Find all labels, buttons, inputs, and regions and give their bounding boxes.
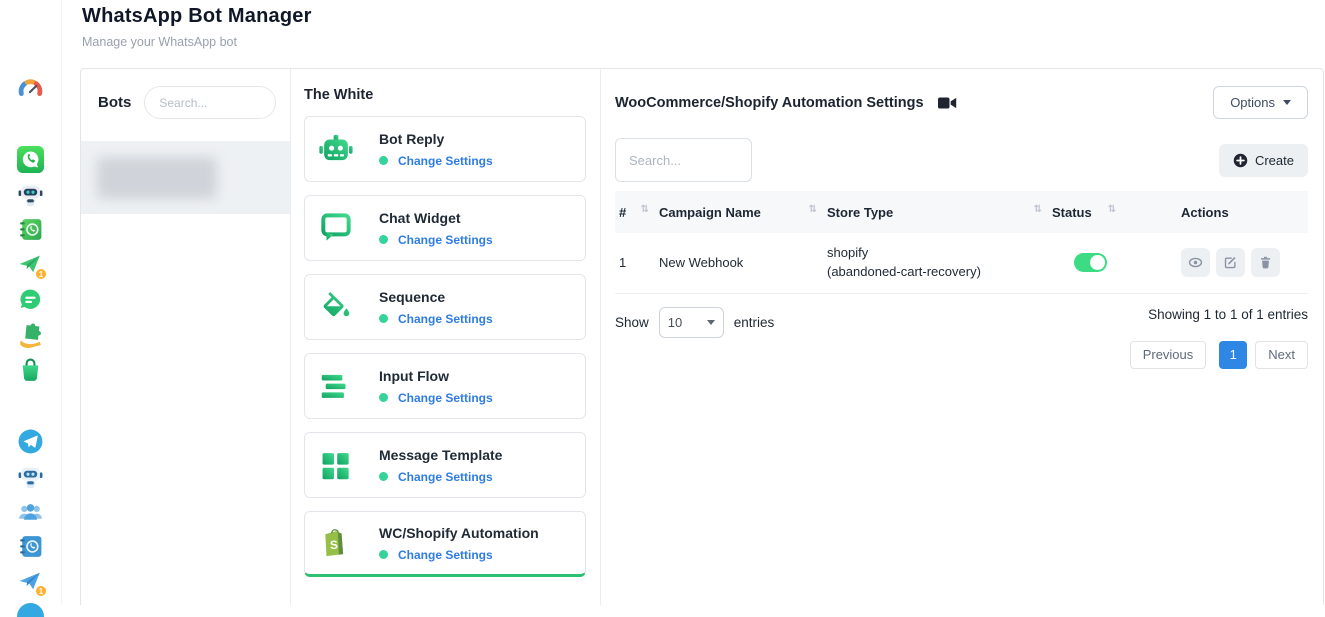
whatsapp-contacts-icon[interactable] — [17, 216, 44, 243]
status-dot — [379, 550, 388, 559]
options-button[interactable]: Options — [1213, 86, 1308, 119]
bot-list-item[interactable] — [81, 141, 290, 214]
module-label: Message Template — [379, 447, 502, 463]
edit-icon — [1223, 255, 1238, 270]
campaign-name-cell: New Webhook — [655, 233, 823, 293]
telegram-broadcast-icon[interactable]: 1 — [17, 568, 44, 595]
pagination: Previous 1 Next — [1130, 341, 1308, 369]
app-icon-rail: 1 — [0, 0, 62, 604]
column-header-campaign-name[interactable]: Campaign Name — [655, 191, 823, 233]
change-settings-link[interactable]: Change Settings — [398, 233, 493, 247]
chat-widget-icon — [317, 209, 355, 247]
whatsapp-broadcast-icon[interactable]: 1 — [17, 251, 44, 278]
bot-name: The White — [304, 87, 586, 103]
status-dot — [379, 314, 388, 323]
store-type-cell: shopify (abandoned-cart-recovery) — [823, 233, 1048, 293]
bots-search-input[interactable] — [144, 86, 276, 119]
current-page-button[interactable]: 1 — [1219, 341, 1247, 369]
table-header-row: # Campaign Name Store Type Status — [615, 191, 1308, 233]
module-card-wc-shopify-automation[interactable]: S WC/Shopify Automation Change Settings — [304, 511, 586, 577]
telegram-bot-icon[interactable] — [17, 463, 44, 490]
sort-icon — [809, 205, 817, 215]
module-label: Input Flow — [379, 368, 493, 384]
notification-badge: 1 — [35, 268, 47, 280]
entries-label: entries — [734, 315, 775, 330]
module-label: WC/Shopify Automation — [379, 525, 539, 541]
status-dot — [379, 393, 388, 402]
dashboard-icon[interactable] — [17, 77, 44, 104]
bots-panel-title: Bots — [98, 94, 131, 111]
change-settings-link[interactable]: Change Settings — [398, 391, 493, 405]
edit-button[interactable] — [1216, 248, 1245, 277]
whatsapp-icon[interactable] — [17, 146, 44, 173]
chevron-down-icon — [1283, 100, 1291, 105]
trash-icon — [1258, 255, 1273, 270]
sort-icon — [1034, 205, 1042, 215]
delete-button[interactable] — [1251, 248, 1280, 277]
change-settings-link[interactable]: Change Settings — [398, 154, 493, 168]
page-subtitle: Manage your WhatsApp bot — [82, 35, 312, 49]
row-index: 1 — [615, 233, 655, 293]
change-settings-link[interactable]: Change Settings — [398, 312, 493, 326]
change-settings-link[interactable]: Change Settings — [398, 548, 493, 562]
bot-reply-icon — [317, 130, 355, 168]
table-search-input[interactable] — [615, 138, 752, 182]
entries-summary: Showing 1 to 1 of 1 entries — [1148, 307, 1308, 322]
whatsapp-bot-icon[interactable] — [17, 181, 44, 208]
message-template-icon — [317, 446, 355, 484]
telegram-icon[interactable] — [17, 428, 44, 455]
integrations-icon[interactable] — [17, 321, 44, 348]
chat-icon[interactable] — [17, 603, 44, 617]
sort-icon — [641, 205, 649, 215]
page-header: WhatsApp Bot Manager Manage your WhatsAp… — [82, 5, 312, 49]
view-button[interactable] — [1181, 248, 1210, 277]
automation-settings-panel: WooCommerce/Shopify Automation Settings … — [601, 69, 1323, 605]
module-label: Chat Widget — [379, 210, 493, 226]
status-dot — [379, 472, 388, 481]
live-chat-icon[interactable] — [17, 286, 44, 313]
sort-icon — [1108, 205, 1116, 215]
module-card-input-flow[interactable]: Input Flow Change Settings — [304, 353, 586, 419]
column-header-index[interactable]: # — [615, 191, 655, 233]
module-label: Sequence — [379, 289, 493, 305]
redacted-bot-name — [97, 157, 217, 199]
next-page-button[interactable]: Next — [1255, 341, 1308, 369]
page-size-select[interactable]: 10 — [659, 307, 724, 338]
create-button[interactable]: Create — [1219, 144, 1308, 177]
video-tutorial-icon[interactable] — [938, 96, 957, 110]
previous-page-button[interactable]: Previous — [1130, 341, 1207, 369]
module-card-bot-reply[interactable]: Bot Reply Change Settings — [304, 116, 586, 182]
column-header-status[interactable]: Status — [1048, 191, 1173, 233]
store-icon[interactable] — [17, 356, 44, 383]
show-label: Show — [615, 315, 649, 330]
telegram-contacts-icon[interactable] — [17, 533, 44, 560]
module-card-sequence[interactable]: Sequence Change Settings — [304, 274, 586, 340]
settings-title: WooCommerce/Shopify Automation Settings — [615, 95, 924, 111]
module-label: Bot Reply — [379, 131, 493, 147]
main-card: Bots The White — [80, 68, 1324, 605]
svg-text:S: S — [329, 538, 338, 553]
toggle-knob — [1090, 255, 1105, 270]
module-card-chat-widget[interactable]: Chat Widget Change Settings — [304, 195, 586, 261]
column-header-store-type[interactable]: Store Type — [823, 191, 1048, 233]
input-flow-icon — [317, 367, 355, 405]
table-row: 1 New Webhook shopify (abandoned-cart-re… — [615, 233, 1308, 293]
automation-table: # Campaign Name Store Type Status — [615, 191, 1308, 294]
change-settings-link[interactable]: Change Settings — [398, 470, 493, 484]
status-dot — [379, 156, 388, 165]
plus-circle-icon — [1233, 153, 1248, 168]
sequence-icon — [317, 288, 355, 326]
shopify-icon: S — [317, 524, 355, 562]
status-toggle[interactable] — [1074, 253, 1107, 272]
notification-badge: 1 — [35, 585, 47, 597]
telegram-groups-icon[interactable] — [17, 498, 44, 525]
eye-icon — [1188, 255, 1203, 270]
bot-modules-panel: The White Bot Reply — [291, 69, 601, 605]
bots-panel: Bots — [81, 69, 291, 605]
status-dot — [379, 235, 388, 244]
page-title: WhatsApp Bot Manager — [82, 5, 312, 28]
column-header-actions: Actions — [1173, 191, 1308, 233]
module-card-message-template[interactable]: Message Template Change Settings — [304, 432, 586, 498]
